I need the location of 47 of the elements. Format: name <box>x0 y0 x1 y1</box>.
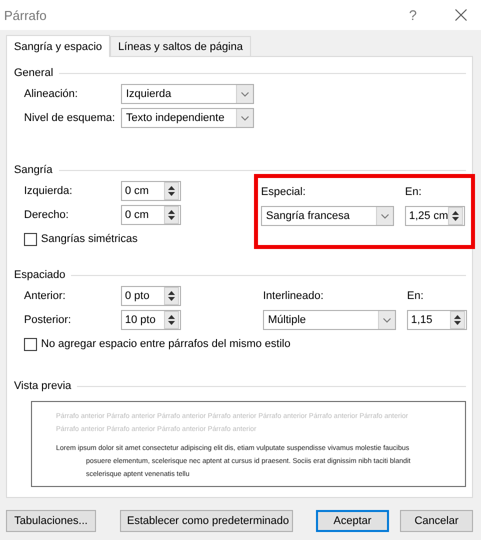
chevron-down-icon <box>383 318 391 322</box>
field-label: Especial: <box>261 186 306 198</box>
spin-field[interactable]: 0 pto <box>121 286 181 306</box>
up-down-arrows-icon <box>168 185 175 197</box>
field-label: En: <box>405 186 422 198</box>
dialog-button[interactable]: Establecer como predeterminado <box>120 510 293 532</box>
dropdown[interactable]: Texto independiente <box>121 108 254 128</box>
field-label: Alineación: <box>24 88 78 100</box>
help-button[interactable]: ? <box>409 7 429 23</box>
dialog-button[interactable]: Cancelar <box>400 510 473 532</box>
spin-field[interactable]: 0 cm <box>121 205 181 225</box>
chevron-down-icon <box>241 92 249 96</box>
dropdown[interactable]: Izquierda <box>121 84 254 104</box>
checkbox[interactable] <box>24 338 37 350</box>
field-label: Izquierda: <box>24 185 72 197</box>
dialog-button[interactable]: Tabulaciones... <box>6 510 96 532</box>
checkbox[interactable] <box>24 232 37 246</box>
dropdown[interactable]: Sangría francesa <box>261 206 394 226</box>
section-heading: Espaciado <box>14 269 66 281</box>
tab[interactable]: Líneas y saltos de página <box>110 36 251 56</box>
field-label: Interlineado: <box>263 290 324 302</box>
field-label: Derecho: <box>24 209 69 221</box>
section-heading: Vista previa <box>14 380 72 392</box>
close-icon[interactable] <box>455 9 467 21</box>
window-title: Párrafo <box>4 8 48 22</box>
spin-field[interactable]: 1,15 <box>407 310 467 330</box>
field-label: Anterior: <box>24 290 66 302</box>
spin-field[interactable]: 1,25 cm <box>405 206 465 226</box>
up-down-arrows-icon <box>452 210 460 222</box>
section-heading: Sangría <box>14 164 53 176</box>
section-heading: General <box>14 67 54 79</box>
checkbox-label[interactable]: Sangrías simétricas <box>41 233 138 245</box>
field-label: Posterior: <box>24 314 72 326</box>
chevron-down-icon <box>241 116 249 120</box>
dropdown[interactable]: Múltiple <box>263 310 396 330</box>
dialog-button[interactable]: Aceptar <box>316 510 389 532</box>
checkbox-label[interactable]: No agregar espacio entre párrafos del mismo estilo <box>41 338 290 350</box>
up-down-arrows-icon <box>454 314 461 326</box>
spin-field[interactable]: 10 pto <box>121 310 181 330</box>
field-label: Nivel de esquema: <box>24 112 116 124</box>
chevron-down-icon <box>381 214 389 218</box>
up-down-arrows-icon <box>168 314 175 326</box>
spin-field[interactable]: 0 cm <box>121 181 181 201</box>
up-down-arrows-icon <box>168 209 175 221</box>
tab[interactable]: Sangría y espacio <box>6 35 110 57</box>
field-label: En: <box>407 290 424 302</box>
up-down-arrows-icon <box>168 290 175 302</box>
